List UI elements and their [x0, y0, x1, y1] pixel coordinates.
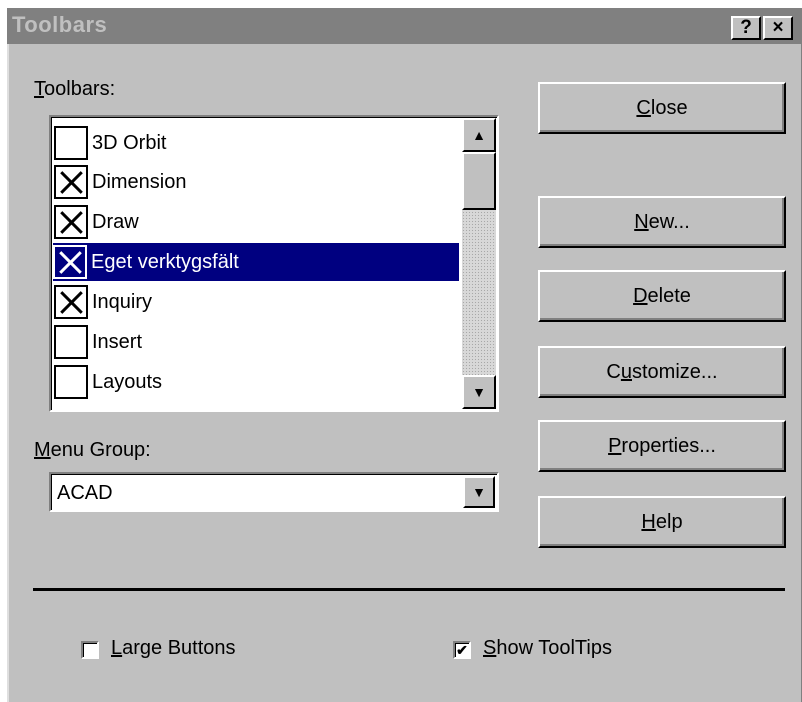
check-x-icon	[55, 247, 85, 277]
arrow-down-icon: ▼	[472, 384, 486, 400]
toolbars-list[interactable]: 3D Orbit Dimension Draw Eget verktygsfäl…	[49, 115, 499, 412]
separator-line	[33, 588, 785, 591]
show-tooltips-label[interactable]: Show ToolTips	[483, 637, 612, 660]
new-button[interactable]: New...	[538, 196, 786, 248]
list-item-dimension[interactable]: Dimension	[54, 163, 458, 201]
menu-group-value: ACAD	[57, 482, 113, 504]
checkbox-3d-orbit[interactable]	[54, 126, 88, 160]
large-buttons-checkbox[interactable]	[81, 641, 99, 659]
properties-button[interactable]: Properties...	[538, 420, 786, 472]
title-bar[interactable]: Toolbars ? ×	[7, 8, 802, 44]
list-item-insert[interactable]: Insert	[54, 323, 458, 361]
list-item-eget-verktygsfalt[interactable]: Eget verktygsfält	[53, 243, 459, 281]
help-button[interactable]: Help	[538, 496, 786, 548]
checkbox-layouts[interactable]	[54, 365, 88, 399]
close-title-button[interactable]: ×	[763, 16, 793, 40]
delete-button[interactable]: Delete	[538, 270, 786, 322]
checkbox-draw[interactable]	[54, 205, 88, 239]
menu-group-label: Menu Group:	[34, 439, 151, 461]
list-item-3d-orbit[interactable]: 3D Orbit	[54, 124, 458, 162]
arrow-up-icon: ▲	[472, 127, 486, 143]
toolbars-dialog: Toolbars ? × Toolbars: 3D Orbit Dimensio…	[7, 8, 802, 702]
help-title-button[interactable]: ?	[731, 16, 761, 40]
checkbox-insert[interactable]	[54, 325, 88, 359]
customize-button[interactable]: Cu stomize...	[538, 346, 786, 398]
checkbox-dimension[interactable]	[54, 165, 88, 199]
checkmark-icon: ✔	[456, 642, 468, 658]
chevron-down-icon: ▼	[472, 484, 486, 500]
list-item-draw[interactable]: Draw	[54, 203, 458, 241]
list-item-inquiry[interactable]: Inquiry	[54, 283, 458, 321]
checkbox-eget-verktygsfalt[interactable]	[53, 245, 87, 279]
close-button[interactable]: Close	[538, 82, 786, 134]
show-tooltips-checkbox[interactable]: ✔	[453, 641, 471, 659]
list-item-layouts[interactable]: Layouts	[54, 363, 458, 401]
check-x-icon	[56, 207, 86, 237]
toolbars-label: Toolbars:	[34, 78, 116, 100]
check-x-icon	[56, 167, 86, 197]
large-buttons-label[interactable]: Large Buttons	[111, 637, 236, 660]
menu-group-dropdown-button[interactable]: ▼	[463, 476, 495, 508]
checkbox-inquiry[interactable]	[54, 285, 88, 319]
scroll-down-button[interactable]: ▼	[462, 375, 496, 409]
scroll-up-button[interactable]: ▲	[462, 118, 496, 152]
scroll-thumb[interactable]	[462, 152, 496, 210]
list-scrollbar[interactable]: ▲ ▼	[462, 118, 496, 409]
menu-group-select[interactable]: ACAD ▼	[49, 472, 499, 512]
window-title: Toolbars	[12, 12, 108, 37]
check-x-icon	[56, 287, 86, 317]
